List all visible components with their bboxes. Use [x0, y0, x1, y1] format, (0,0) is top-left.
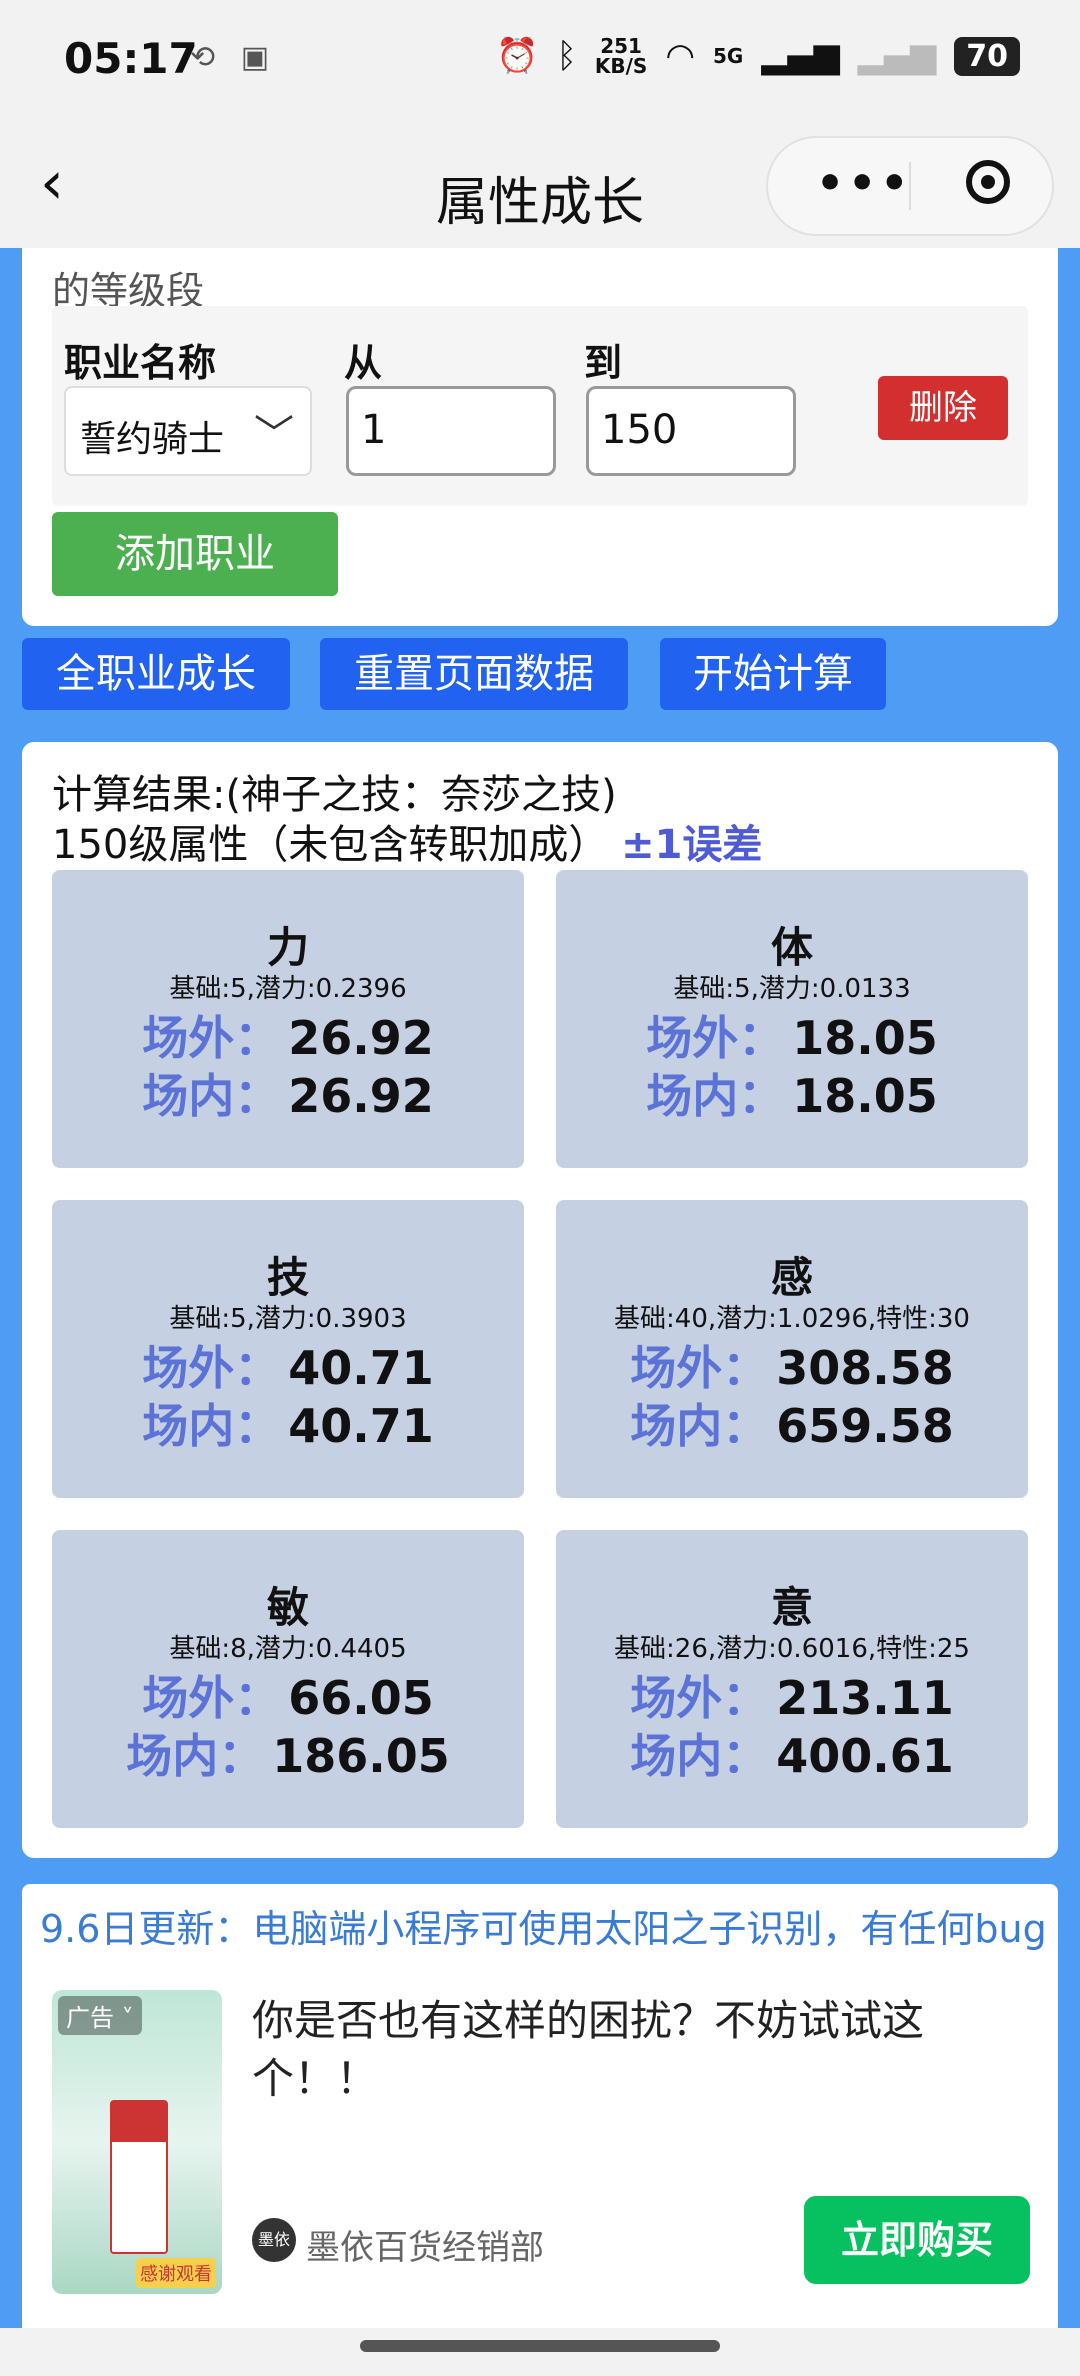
stat-name: 敏 — [266, 1583, 309, 1632]
ad-tag[interactable]: 广告 ˅ — [58, 1996, 142, 2035]
network-type: 5G — [713, 44, 744, 68]
ad-banner[interactable]: 广告 ˅ 感谢观看 你是否也有这样的困扰？不妨试试这个！！ 墨依 墨依百货经销部… — [22, 1966, 1058, 2328]
chevron-down-icon: ﹀ — [254, 412, 294, 458]
brand-logo: 墨依 — [252, 2218, 296, 2262]
stat-card-strength: 力 基础:5,潜力:0.2396 场外： 26.92 场内： 26.92 — [52, 870, 524, 1168]
stat-outside-row: 场外： 18.05 — [646, 1011, 938, 1065]
stat-inside-row: 场内： 40.71 — [142, 1399, 434, 1453]
job-name-label: 职业名称 — [64, 341, 217, 385]
stat-outside-value: 213.11 — [776, 1671, 954, 1725]
result-card: 计算结果:(神子之技：奈莎之技) 150级属性（未包含转职加成） ±1误差 力 … — [22, 742, 1058, 1858]
stat-outside-value: 18.05 — [792, 1011, 938, 1065]
stat-inside-row: 场内： 26.92 — [142, 1069, 434, 1123]
ad-image[interactable]: 广告 ˅ 感谢观看 — [52, 1990, 222, 2294]
close-target-icon[interactable] — [966, 160, 1010, 204]
miniprogram-capsule: ••• — [766, 136, 1054, 236]
home-indicator[interactable] — [360, 2340, 720, 2352]
stat-base: 基础:8,潜力:0.4405 — [169, 1634, 407, 1664]
stat-base: 基础:5,潜力:0.3903 — [169, 1304, 407, 1334]
stat-outside-row: 场外： 308.58 — [630, 1341, 954, 1395]
update-notice: 9.6日更新：电脑端小程序可使用太阳之子识别，有任何bug — [22, 1884, 1058, 1966]
wifi-icon: ◠ — [665, 36, 695, 76]
job-select[interactable]: 誓约骑士 ﹀ — [64, 386, 312, 476]
stat-inside-value: 18.05 — [792, 1069, 938, 1123]
stat-name: 体 — [770, 923, 813, 972]
stat-outside-value: 26.92 — [288, 1011, 434, 1065]
status-bar: 05:17 ⟲ ▣ ⏰ ᛒ 251 KB/S ◠ 5G ▂▄▆ ▂▄▆ 70 — [0, 0, 1080, 130]
stat-inside-row: 场内： 659.58 — [630, 1399, 954, 1453]
stat-inside-value: 40.71 — [288, 1399, 434, 1453]
job-row: 职业名称 从 到 誓约骑士 ﹀ 1 150 删除 — [52, 306, 1028, 506]
stat-card-will: 意 基础:26,潜力:0.6016,特性:25 场外： 213.11 场内： 400… — [556, 1530, 1028, 1828]
to-level-input[interactable]: 150 — [586, 386, 796, 476]
signal-2-icon: ▂▄▆ — [857, 36, 937, 76]
stat-inside-value: 186.05 — [272, 1729, 450, 1783]
job-select-value: 誓约骑士 — [80, 419, 225, 460]
stat-name: 技 — [266, 1253, 309, 1302]
stat-outside-value: 66.05 — [288, 1671, 434, 1725]
buy-now-button[interactable]: 立即购买 — [804, 2196, 1030, 2284]
app-notification-icon: ▣ — [240, 40, 270, 75]
level-range-hint: ━━━━━━━━━━━━━━━━━━━━━━━━━━ 的等级段 — [52, 248, 647, 313]
stat-inside-value: 400.61 — [776, 1729, 954, 1783]
stat-inside-value: 26.92 — [288, 1069, 434, 1123]
stat-base: 基础:5,潜力:0.0133 — [673, 974, 911, 1004]
error-note: ±1误差 — [621, 822, 763, 868]
bottom-bar — [0, 2328, 1080, 2376]
stat-card-skill: 技 基础:5,潜力:0.3903 场外： 40.71 场内： 40.71 — [52, 1200, 524, 1498]
update-notice-text: 9.6日更新：电脑端小程序可使用太阳之子识别，有任何bug — [40, 1907, 1047, 1951]
reset-page-button[interactable]: 重置页面数据 — [320, 638, 628, 710]
bluetooth-icon: ᛒ — [556, 36, 577, 76]
stat-outside-row: 场外： 66.05 — [142, 1671, 434, 1725]
stat-card-perception: 感 基础:40,潜力:1.0296,特性:30 场外： 308.58 场内： 659… — [556, 1200, 1028, 1498]
status-time: 05:17 — [64, 34, 198, 83]
net-speed: 251 KB/S — [595, 36, 647, 76]
alarm-icon: ⏰ — [496, 36, 539, 76]
stat-base: 基础:5,潜力:0.2396 — [169, 974, 407, 1004]
stat-inside-row: 场内： 400.61 — [630, 1729, 954, 1783]
stat-inside-value: 659.58 — [776, 1399, 954, 1453]
job-card: ━━━━━━━━━━━━━━━━━━━━━━━━━━ 的等级段 职业名称 从 到… — [22, 248, 1058, 626]
product-box-icon — [110, 2100, 168, 2254]
from-label: 从 — [344, 341, 383, 385]
result-title: 计算结果:(神子之技：奈莎之技) — [52, 772, 617, 818]
battery-indicator: 70 — [954, 36, 1020, 76]
stat-base: 基础:40,潜力:1.0296,特性:30 — [614, 1304, 970, 1334]
start-calc-button[interactable]: 开始计算 — [660, 638, 886, 710]
stat-inside-row: 场内： 18.05 — [646, 1069, 938, 1123]
all-jobs-growth-button[interactable]: 全职业成长 — [22, 638, 290, 710]
from-level-input[interactable]: 1 — [346, 386, 556, 476]
stat-outside-value: 40.71 — [288, 1341, 434, 1395]
ad-text[interactable]: 你是否也有这样的困扰？不妨试试这个！！ — [252, 1992, 1012, 2108]
status-notification-icons: ⟲ ▣ — [190, 40, 285, 75]
delete-button[interactable]: 删除 — [878, 376, 1008, 440]
ad-sticker: 感谢观看 — [136, 2258, 216, 2288]
result-heading: 计算结果:(神子之技：奈莎之技) 150级属性（未包含转职加成） ±1误差 — [52, 770, 762, 870]
stat-name: 意 — [770, 1583, 813, 1632]
more-icon[interactable]: ••• — [816, 158, 912, 209]
brand-name: 墨依百货经销部 — [306, 2228, 544, 2268]
to-label: 到 — [584, 341, 623, 385]
add-job-button[interactable]: 添加职业 — [52, 512, 338, 596]
stat-name: 感 — [770, 1253, 813, 1302]
stat-base: 基础:26,潜力:0.6016,特性:25 — [614, 1634, 970, 1664]
nav-bar: ‹ 属性成长 ••• — [0, 130, 1080, 248]
stat-name: 力 — [266, 923, 309, 972]
capsule-divider — [909, 162, 911, 210]
stat-card-constitution: 体 基础:5,潜力:0.0133 场外： 18.05 场内： 18.05 — [556, 870, 1028, 1168]
sync-icon: ⟲ — [190, 40, 216, 75]
stat-outside-row: 场外： 213.11 — [630, 1671, 954, 1725]
signal-icon: ▂▄▆ — [761, 36, 840, 76]
status-right: ⏰ ᛒ 251 KB/S ◠ 5G ▂▄▆ ▂▄▆ 70 — [496, 36, 1020, 76]
stat-outside-row: 场外： 40.71 — [142, 1341, 434, 1395]
result-subtitle: 150级属性（未包含转职加成） — [52, 822, 609, 868]
net-speed-unit: KB/S — [594, 54, 648, 78]
stat-inside-row: 场内： 186.05 — [126, 1729, 450, 1783]
stat-card-agility: 敏 基础:8,潜力:0.4405 场外： 66.05 场内： 186.05 — [52, 1530, 524, 1828]
stat-outside-row: 场外： 26.92 — [142, 1011, 434, 1065]
stat-outside-value: 308.58 — [776, 1341, 954, 1395]
